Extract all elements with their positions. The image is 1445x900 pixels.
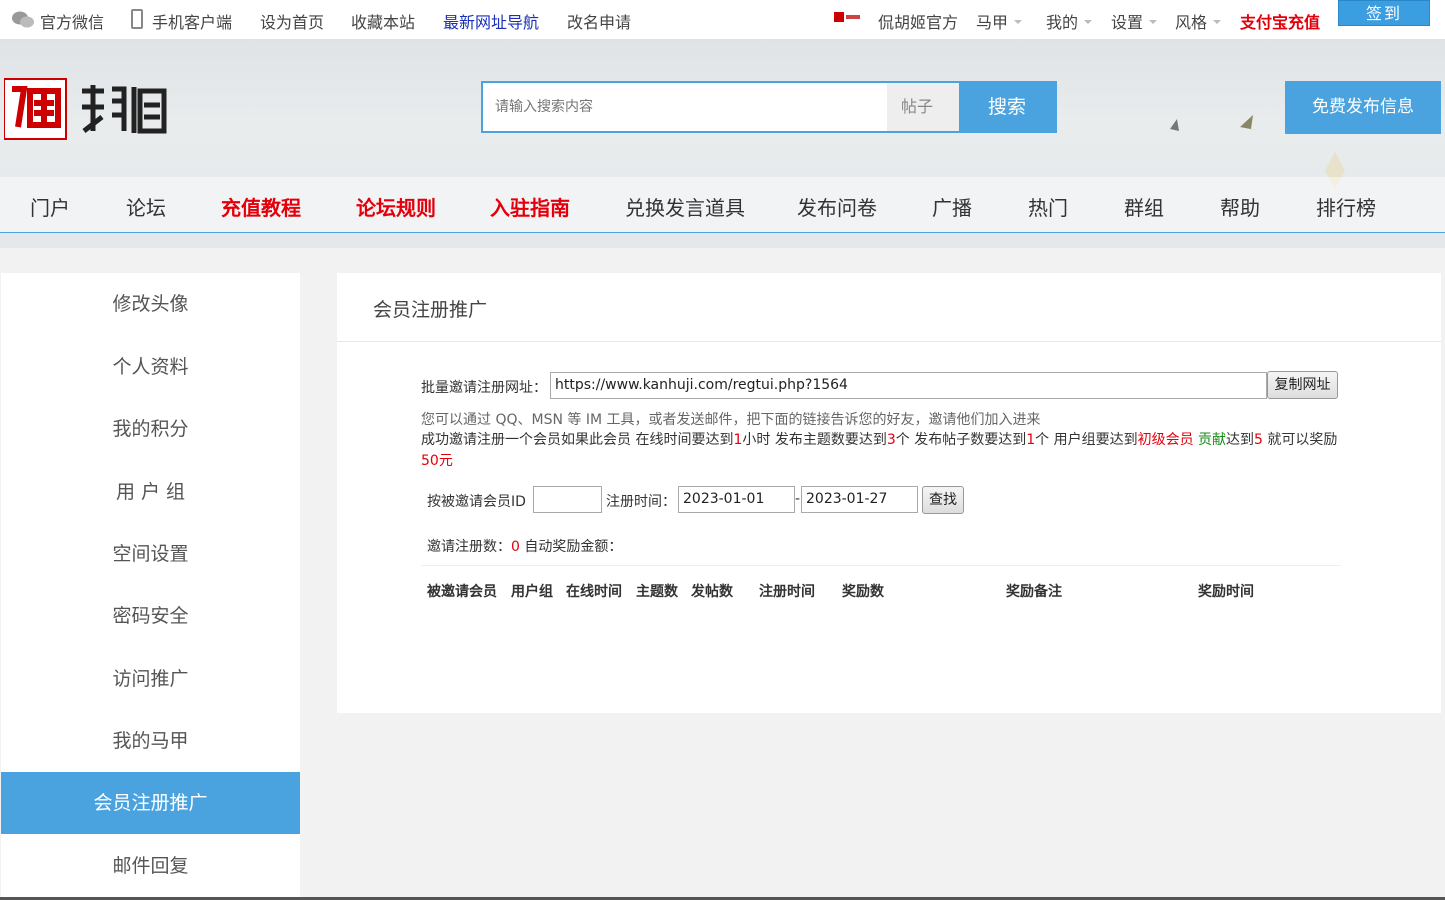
sidebar-item-credits[interactable]: 我的积分 xyxy=(1,398,300,460)
nav-groups[interactable]: 群组 xyxy=(1124,192,1164,221)
mine-menu[interactable]: 我的 xyxy=(1046,9,1093,33)
mobile-client-link[interactable]: 手机客户端 xyxy=(152,9,232,33)
rule-text: 成功邀请注册一个会员如果此会员 在线时间要达到 xyxy=(421,432,734,448)
majia-label: 马甲 xyxy=(976,13,1009,32)
reward-amount-label: 自动奖励金额： xyxy=(524,539,623,555)
nav-portal[interactable]: 门户 xyxy=(30,192,70,221)
find-button[interactable]: 查找 xyxy=(922,486,964,514)
count-label: 邀请注册数： xyxy=(427,539,511,555)
main-panel: 会员注册推广 批量邀请注册网址： https://www.kanhuji.com… xyxy=(337,273,1441,713)
nav-forum-rules[interactable]: 论坛规则 xyxy=(356,192,436,221)
column-header: 在线时间 xyxy=(566,584,622,600)
sidebar-item-avatar[interactable]: 修改头像 xyxy=(1,273,300,335)
column-header: 发帖数 xyxy=(691,584,733,600)
nav-exchange-tools[interactable]: 兑换发言道具 xyxy=(625,192,745,221)
rule-contribution: 贡献 xyxy=(1198,432,1227,448)
main-nav: 门户 论坛 充值教程 论坛规则 入驻指南 兑换发言道具 发布问卷 广播 热门 群… xyxy=(0,177,1445,233)
sidebar-item-password[interactable]: 密码安全 xyxy=(1,585,300,647)
sidebar-item-space-settings[interactable]: 空间设置 xyxy=(1,523,300,585)
site-logo[interactable] xyxy=(4,77,169,141)
sidebar-item-majia[interactable]: 我的马甲 xyxy=(1,710,300,772)
date-to-input[interactable]: 2023-01-27 xyxy=(801,486,918,513)
style-label: 风格 xyxy=(1175,13,1208,32)
rule-topics: 3 xyxy=(886,432,896,448)
column-header: 主题数 xyxy=(636,584,678,600)
search-type-label: 帖子 xyxy=(901,97,934,116)
search-box: 帖子 搜索 xyxy=(481,81,1057,133)
rule-text: 达到 xyxy=(1226,432,1255,448)
free-post-button[interactable]: 免费发布信息 xyxy=(1285,81,1441,134)
rule-contribution-value: 5 xyxy=(1254,432,1263,448)
settings-menu[interactable]: 设置 xyxy=(1111,9,1158,33)
table-divider xyxy=(421,565,1341,566)
date-from-input[interactable]: 2023-01-01 xyxy=(678,486,795,513)
sidebar-item-visit-promo[interactable]: 访问推广 xyxy=(1,648,300,710)
username-link[interactable]: 侃胡姬官方 xyxy=(878,9,958,33)
invite-hint: 您可以通过 QQ、MSN 等 IM 工具，或者发送邮件，把下面的链接告诉您的好友… xyxy=(421,412,1041,428)
rule-posts: 1 xyxy=(1026,432,1036,448)
invite-stats: 邀请注册数：0 自动奖励金额： xyxy=(427,536,622,556)
settings-label: 设置 xyxy=(1111,13,1144,32)
search-button[interactable]: 搜索 xyxy=(959,83,1055,131)
chevron-down-icon xyxy=(1149,20,1158,24)
reward-rule: 成功邀请注册一个会员如果此会员 在线时间要达到 1 小时 发布主题数要达到3个 发布… xyxy=(421,430,1351,472)
page-title: 会员注册推广 xyxy=(373,299,488,321)
style-menu[interactable]: 风格 xyxy=(1175,9,1222,33)
divider xyxy=(337,341,1441,342)
column-header: 注册时间 xyxy=(759,584,815,600)
checkin-button[interactable]: 签到 xyxy=(1338,0,1430,26)
column-header: 被邀请会员 xyxy=(427,584,497,600)
invite-count: 0 xyxy=(511,539,520,555)
set-homepage-link[interactable]: 设为首页 xyxy=(260,9,324,33)
column-header: 奖励数 xyxy=(842,584,884,600)
nav-hot[interactable]: 热门 xyxy=(1028,192,1068,221)
phone-icon xyxy=(131,9,143,29)
mine-label: 我的 xyxy=(1046,13,1079,32)
copy-url-button[interactable]: 复制网址 xyxy=(1267,371,1338,399)
sidebar-item-profile[interactable]: 个人资料 xyxy=(1,336,300,398)
user-avatar-logo[interactable] xyxy=(834,11,862,23)
rule-text: 小时 发布主题数要达到 xyxy=(742,432,887,448)
majia-menu[interactable]: 马甲 xyxy=(976,9,1023,33)
favorite-link[interactable]: 收藏本站 xyxy=(351,9,415,33)
member-id-input[interactable] xyxy=(533,486,602,513)
alipay-recharge-link[interactable]: 支付宝充值 xyxy=(1240,9,1320,33)
column-header: 用户组 xyxy=(511,584,553,600)
rule-text: 个 用户组要达到 xyxy=(1035,432,1138,448)
sidebar-item-mail-reply[interactable]: 邮件回复 xyxy=(1,835,300,897)
chevron-down-icon xyxy=(1014,20,1023,24)
invite-url-label: 批量邀请注册网址： xyxy=(421,380,547,396)
nav-help[interactable]: 帮助 xyxy=(1220,192,1260,221)
search-type-dropdown[interactable]: 帖子 xyxy=(887,83,959,131)
latest-nav-link[interactable]: 最新网址导航 xyxy=(443,9,539,33)
wechat-link[interactable]: 官方微信 xyxy=(40,9,104,33)
nav-broadcast[interactable]: 广播 xyxy=(932,192,972,221)
rule-reward: 50元 xyxy=(421,453,453,469)
site-header: 帖子 搜索 免费发布信息 门户 论坛 充值教程 论坛规则 入驻指南 兑换发言道具… xyxy=(0,39,1445,248)
wechat-icon xyxy=(12,11,34,28)
invite-url-field[interactable]: https://www.kanhuji.com/regtui.php?1564 xyxy=(550,372,1267,399)
nav-survey[interactable]: 发布问卷 xyxy=(797,192,877,221)
filter-id-label: 按被邀请会员ID xyxy=(427,494,526,510)
chevron-down-icon xyxy=(1213,20,1222,24)
rule-text: 就可以奖励 xyxy=(1262,432,1338,448)
column-header: 奖励时间 xyxy=(1198,584,1254,600)
chevron-down-icon xyxy=(1084,20,1093,24)
nav-forum[interactable]: 论坛 xyxy=(126,192,166,221)
bird-decoration-icon xyxy=(1170,115,1261,131)
sidebar-item-register-promo[interactable]: 会员注册推广 xyxy=(1,772,300,834)
nav-recharge-guide[interactable]: 充值教程 xyxy=(221,192,301,221)
nav-ranking[interactable]: 排行榜 xyxy=(1316,192,1376,221)
column-header: 奖励备注 xyxy=(1006,584,1062,600)
top-bar: 官方微信 手机客户端 设为首页 收藏本站 最新网址导航 改名申请 侃胡姬官方 马… xyxy=(0,0,1445,39)
rename-link[interactable]: 改名申请 xyxy=(567,9,631,33)
search-input[interactable] xyxy=(483,83,887,131)
rule-group: 初级会员 xyxy=(1137,432,1194,448)
settings-sidebar: 修改头像 个人资料 我的积分 用 户 组 空间设置 密码安全 访问推广 我的马甲… xyxy=(1,273,300,900)
date-separator: - xyxy=(795,491,801,507)
nav-join-guide[interactable]: 入驻指南 xyxy=(490,192,570,221)
sidebar-item-usergroup[interactable]: 用 户 组 xyxy=(1,461,300,523)
rule-text: 个 发布帖子数要达到 xyxy=(895,432,1027,448)
register-date-label: 注册时间： xyxy=(606,494,676,510)
